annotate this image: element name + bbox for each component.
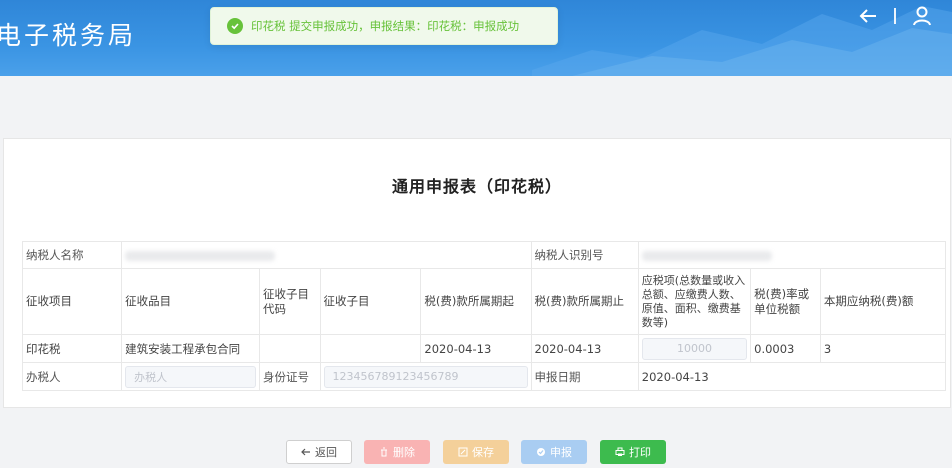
col-header: 税(费)款所属期起	[420, 268, 532, 335]
col-header: 征收子目代码	[258, 268, 321, 335]
col-header: 征收子目	[319, 268, 422, 335]
id-number-label: 身份证号	[258, 362, 321, 391]
user-icon[interactable]	[910, 4, 934, 28]
edit-icon	[458, 447, 468, 457]
submit-button-label: 申报	[550, 446, 572, 459]
form-title: 通用申报表（印花税）	[391, 177, 562, 196]
delete-button-label: 删除	[393, 446, 415, 459]
back-arrow-icon[interactable]	[856, 4, 880, 28]
taxpayer-id-label: 纳税人识别号	[530, 241, 639, 269]
trash-icon	[381, 447, 387, 457]
id-number-cell: 123456789123456789	[319, 362, 532, 391]
action-buttons: 返回 删除 保存 申报 打印	[0, 440, 952, 464]
save-button[interactable]: 保存	[443, 440, 509, 464]
id-number-input[interactable]: 123456789123456789	[323, 365, 528, 388]
category-cell: 建筑安装工程承包合同	[121, 334, 260, 363]
declare-date-label: 申报日期	[530, 362, 639, 391]
submit-icon	[537, 448, 545, 456]
delete-button[interactable]: 删除	[364, 440, 430, 464]
item-cell: 印花税	[21, 334, 123, 363]
period-end-cell: 2020-04-13	[530, 334, 639, 363]
back-button[interactable]: 返回	[286, 440, 352, 464]
taxable-amount-cell: 10000	[637, 334, 752, 363]
sub-item-cell	[319, 334, 422, 363]
submit-button[interactable]: 申报	[521, 440, 587, 464]
col-header: 本期应纳税(费)额	[819, 268, 947, 335]
declaration-table: 纳税人名称 纳税人识别号 征收项目 征收品目 征收子目代码 征收子目 税(费)款…	[21, 241, 947, 391]
col-header: 征收项目	[21, 268, 123, 335]
handler-input[interactable]: 办税人	[125, 365, 256, 388]
taxpayer-id-value	[637, 241, 947, 269]
header-actions	[856, 4, 934, 28]
tax-due-cell: 3	[819, 334, 947, 363]
header-divider	[894, 8, 896, 24]
handler-cell: 办税人	[121, 362, 260, 391]
toast-message: 印花税 提交申报成功，申报结果：印花税：申报成功	[251, 19, 520, 33]
handler-label: 办税人	[21, 362, 123, 391]
declare-date-value: 2020-04-13	[637, 362, 947, 391]
printer-icon	[615, 447, 625, 456]
col-header: 税(费)率或单位税额	[750, 268, 821, 335]
col-header: 税(费)款所属期止	[530, 268, 639, 335]
print-button-label: 打印	[629, 446, 651, 459]
print-button[interactable]: 打印	[600, 440, 666, 464]
rate-cell: 0.0003	[750, 334, 821, 363]
taxpayer-row: 纳税人名称 纳税人识别号	[21, 241, 947, 269]
check-circle-icon	[227, 18, 243, 34]
save-button-label: 保存	[472, 446, 494, 459]
brand-title: 电子税务局	[0, 21, 137, 50]
handler-row: 办税人 办税人 身份证号 123456789123456789 申报日期 202…	[21, 362, 947, 391]
period-start-cell: 2020-04-13	[420, 334, 532, 363]
taxpayer-name-label: 纳税人名称	[21, 241, 123, 269]
column-header-row: 征收项目 征收品目 征收子目代码 征收子目 税(费)款所属期起 税(费)款所属期…	[21, 268, 947, 335]
sub-code-cell	[258, 334, 321, 363]
taxpayer-name-value	[121, 241, 532, 269]
col-header: 征收品目	[121, 268, 260, 335]
table-row: 印花税 建筑安装工程承包合同 2020-04-13 2020-04-13 100…	[21, 334, 947, 363]
success-toast: 印花税 提交申报成功，申报结果：印花税：申报成功	[210, 7, 558, 45]
col-header: 应税项(总数量或收入总额、应缴费人数、原值、面积、缴费基数等)	[637, 268, 752, 335]
taxable-amount-input[interactable]: 10000	[641, 337, 748, 360]
back-button-label: 返回	[315, 446, 337, 459]
arrow-left-icon	[301, 448, 310, 456]
declaration-form-card: 通用申报表（印花税） 纳税人名称 纳税人识别号 征收项目 征收品目 征收子目代码…	[3, 138, 951, 408]
